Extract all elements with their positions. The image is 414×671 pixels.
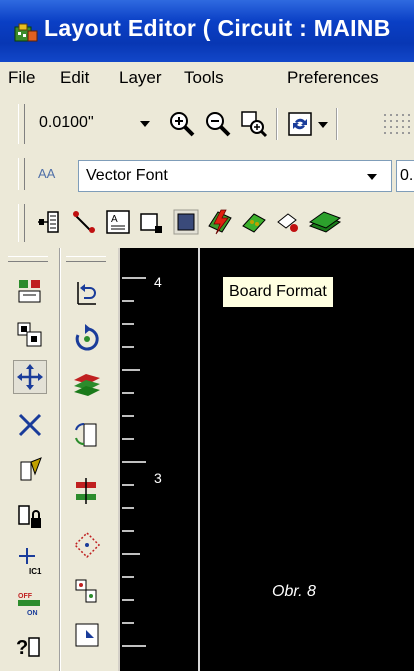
refresh-icon[interactable] (286, 110, 314, 138)
layout-canvas[interactable] (198, 248, 414, 671)
layer-3d-icon[interactable] (308, 208, 342, 236)
ruler-label: 3 (154, 470, 162, 486)
font-size-icon: AA (38, 166, 56, 181)
board-icon[interactable] (240, 208, 268, 236)
mirror-icon[interactable] (274, 208, 302, 236)
zoom-area-icon[interactable] (240, 110, 268, 138)
toolbar-separator (276, 108, 278, 140)
vertical-toolbars: IC1 OFF ON ? (0, 248, 118, 671)
window-title: Layout Editor ( Circuit : MAINB (44, 15, 391, 41)
font-height-value: 0.0 (400, 167, 414, 184)
toolbar-grip[interactable] (8, 256, 48, 262)
title-bar[interactable]: Layout Editor ( Circuit : MAINB (0, 0, 414, 62)
font-select-value: Vector Font (86, 167, 168, 184)
undo-icon[interactable] (72, 278, 102, 308)
vertical-ruler: 4 3 (118, 248, 200, 671)
fill-icon[interactable] (172, 208, 200, 236)
pad-lock-icon[interactable] (15, 502, 45, 532)
component-icon[interactable] (36, 208, 64, 236)
toolbar-grip[interactable] (18, 158, 25, 190)
svg-text:?: ? (16, 637, 28, 659)
components-icon[interactable] (15, 320, 45, 350)
swap-gates-icon[interactable] (72, 476, 102, 506)
swap-pins-icon[interactable] (72, 420, 102, 450)
select-area-icon[interactable] (138, 208, 166, 236)
toolbar-grip[interactable] (66, 256, 106, 262)
toolbar-grip[interactable] (18, 104, 25, 144)
svg-text:OFF: OFF (18, 593, 33, 600)
library-icon[interactable] (15, 276, 45, 306)
chevron-down-icon[interactable] (318, 122, 328, 128)
toolbar-separator (59, 248, 61, 671)
tooltip: Board Format (222, 276, 334, 308)
auto-place-icon[interactable] (72, 620, 102, 650)
zoom-out-icon[interactable] (204, 110, 232, 138)
switch-icon[interactable]: OFF ON (15, 588, 45, 618)
svg-text:A: A (111, 214, 118, 225)
toolbar-separator (336, 108, 338, 140)
menu-file[interactable]: File (8, 68, 35, 88)
chevron-down-icon[interactable] (367, 174, 377, 180)
font-select[interactable]: Vector Font (78, 160, 392, 192)
move-ic-icon[interactable]: IC1 (15, 546, 45, 576)
svg-text:ON: ON (27, 610, 38, 617)
svg-text:IC1: IC1 (29, 567, 42, 576)
app-icon (14, 23, 38, 42)
grid-icon[interactable] (382, 110, 414, 138)
font-height-input[interactable]: 0.0 (396, 160, 414, 192)
text-icon[interactable]: A (104, 208, 132, 236)
ruler-ticks (122, 277, 146, 647)
route-icon[interactable] (70, 208, 98, 236)
toolbar-grip[interactable] (18, 204, 25, 242)
menu-layer[interactable]: Layer (119, 68, 162, 88)
menu-edit[interactable]: Edit (60, 68, 89, 88)
renumber-icon[interactable] (72, 576, 102, 606)
grid-size-value: 0.0100" (39, 114, 94, 131)
menu-tools[interactable]: Tools (184, 68, 224, 88)
edit-component-icon[interactable] (15, 456, 45, 486)
move-icon (17, 364, 43, 390)
grid-size-combo[interactable]: 0.0100" (32, 108, 154, 138)
drc-icon[interactable] (206, 208, 234, 236)
standard-toolbar: 0.0100" (0, 96, 414, 152)
help-icon[interactable]: ? (15, 632, 45, 662)
diamond-icon[interactable] (72, 530, 102, 560)
ruler-label: 4 (154, 274, 162, 290)
layers-icon[interactable] (72, 368, 102, 398)
figure-caption: Obr. 8 (272, 583, 316, 600)
delete-icon[interactable] (15, 410, 45, 440)
text-toolbar: AA Vector Font 0.0 (0, 152, 414, 196)
move-tool-button[interactable] (13, 360, 47, 394)
tools-toolbar: A (0, 196, 414, 248)
zoom-in-icon[interactable] (168, 110, 196, 138)
chevron-down-icon[interactable] (140, 121, 150, 127)
menu-bar: File Edit Layer Tools Preferences (0, 62, 414, 96)
menu-preferences[interactable]: Preferences (287, 68, 379, 88)
rotate-icon[interactable] (72, 324, 102, 354)
